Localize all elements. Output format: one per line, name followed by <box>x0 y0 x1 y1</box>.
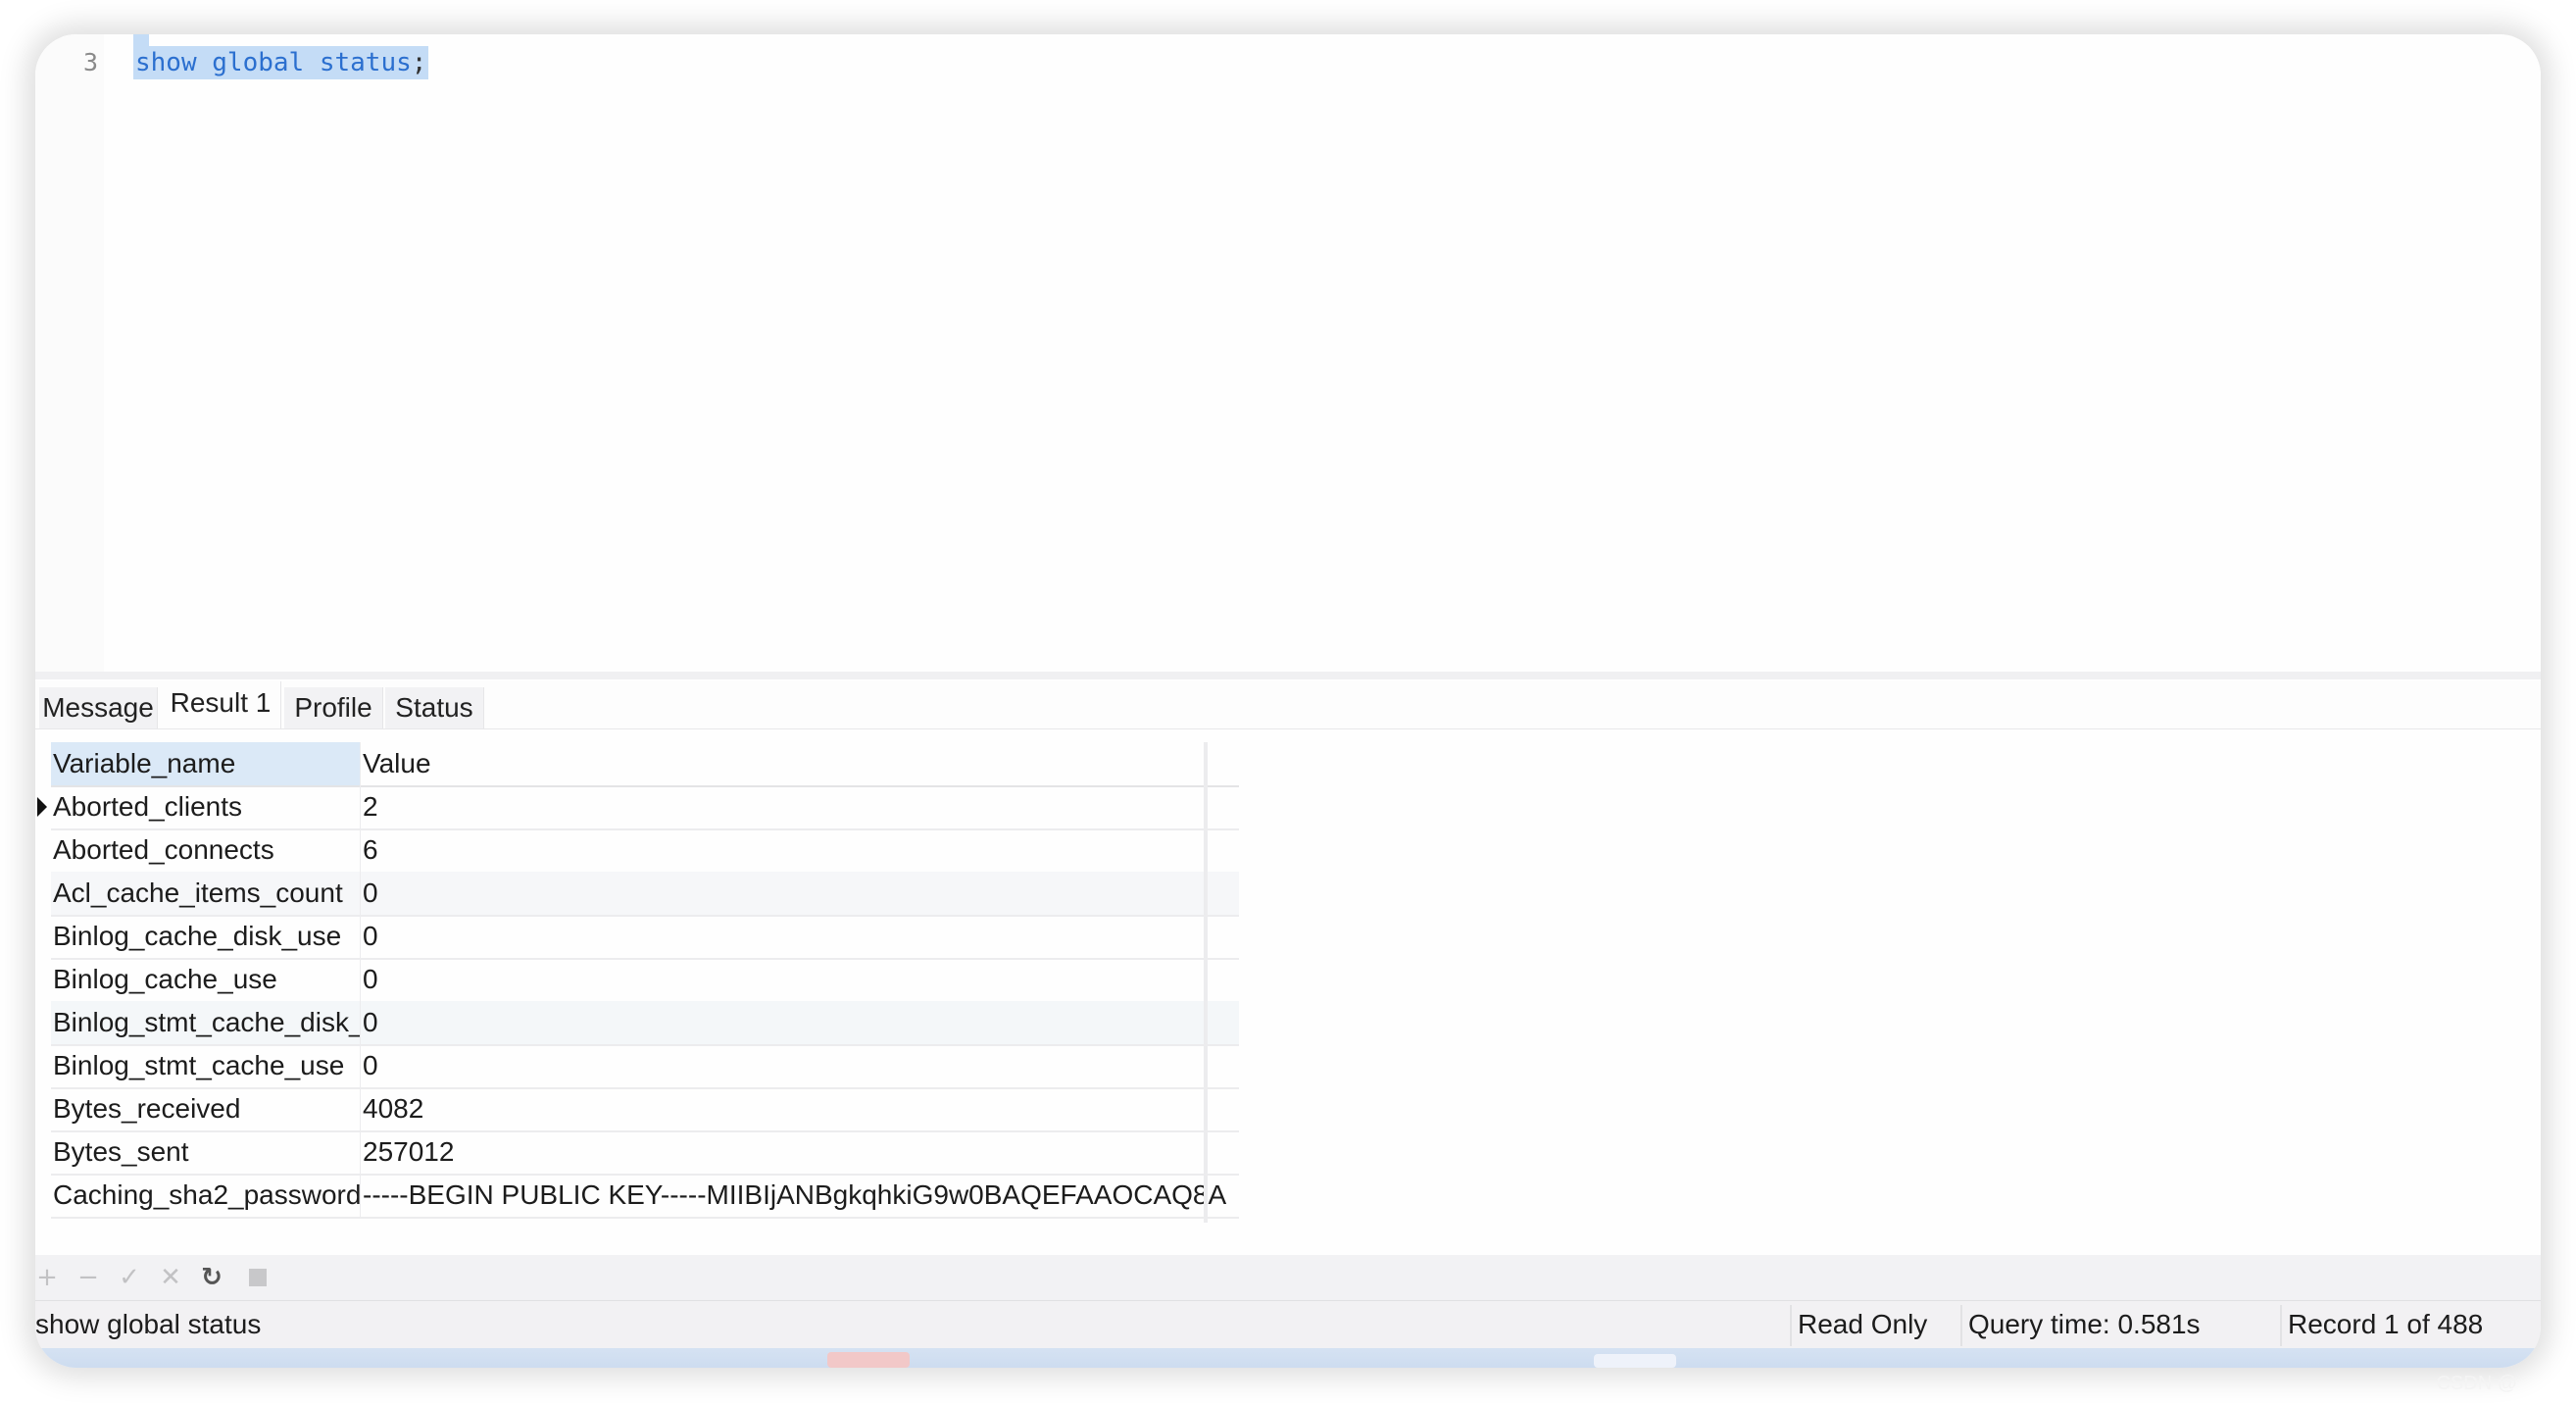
column-header-value[interactable]: Value <box>360 742 1240 785</box>
pane-splitter[interactable] <box>35 672 2541 679</box>
cell-value[interactable]: 0 <box>360 915 1240 958</box>
taskbar-app-icon[interactable] <box>827 1352 910 1368</box>
status-record-count: Record 1 of 488 <box>2288 1309 2484 1339</box>
table-row[interactable]: Caching_sha2_password_rsa_public_key ---… <box>51 1174 1239 1219</box>
grid-header: Variable_name Value <box>51 742 1239 787</box>
status-divider <box>1960 1305 1962 1346</box>
cell-variable-name[interactable]: Bytes_received <box>51 1087 360 1130</box>
check-icon[interactable]: ✓ <box>112 1259 147 1296</box>
table-row[interactable]: Binlog_stmt_cache_disk_use 0 <box>51 1001 1239 1046</box>
taskbar-app-icon[interactable] <box>1594 1354 1676 1368</box>
cell-variable-name[interactable]: Binlog_stmt_cache_use <box>51 1044 360 1087</box>
line-number: 3 <box>82 48 98 76</box>
editor-line[interactable]: 3 show global status; <box>35 34 2541 79</box>
table-row[interactable]: Aborted_clients 2 <box>37 785 1240 830</box>
cell-value[interactable]: 0 <box>360 1001 1240 1044</box>
table-row[interactable]: Binlog_cache_use 0 <box>51 958 1239 1003</box>
refresh-icon[interactable]: ↻ <box>194 1259 229 1296</box>
cell-value[interactable]: 2 <box>360 785 1240 828</box>
sql-code-selected[interactable]: show global status; <box>133 46 429 79</box>
cell-value[interactable]: 0 <box>360 872 1240 915</box>
stop-icon[interactable] <box>249 1269 267 1286</box>
status-bar: show global status Read Only Query time:… <box>35 1301 2541 1348</box>
taskbar-strip <box>35 1348 2541 1368</box>
cell-variable-name[interactable]: Aborted_connects <box>51 828 360 872</box>
cell-variable-name[interactable]: Acl_cache_items_count <box>51 872 360 915</box>
table-row[interactable]: Bytes_received 4082 <box>51 1087 1239 1132</box>
sql-terminator: ; <box>411 48 427 77</box>
cell-value[interactable]: -----BEGIN PUBLIC KEY-----MIIBIjANBgkqhk… <box>360 1174 1240 1217</box>
grid-right-border <box>1204 742 1208 1223</box>
column-header-variable-name[interactable]: Variable_name <box>51 742 360 785</box>
status-query-text: show global status <box>35 1309 262 1339</box>
status-divider <box>1790 1305 1792 1346</box>
watermark: CSDN @ <box>2436 1373 2517 1394</box>
status-query-time: Query time: 0.581s <box>1968 1309 2201 1339</box>
result-tabs: Message Result 1 Profile Status <box>35 681 2541 729</box>
plus-icon[interactable]: + <box>35 1259 65 1296</box>
status-divider <box>2280 1305 2282 1346</box>
sql-editor[interactable]: 3 show global status; <box>35 34 2541 672</box>
cell-variable-name[interactable]: Binlog_stmt_cache_disk_use <box>51 1001 360 1044</box>
grid-toolbar: + − ✓ ✕ ↻ <box>35 1255 2541 1301</box>
minus-icon[interactable]: − <box>71 1259 106 1296</box>
table-row[interactable]: Acl_cache_items_count 0 <box>51 872 1239 917</box>
tab-result-1[interactable]: Result 1 <box>161 681 281 728</box>
navicat-query-window: 3 show global status; Message Result 1 P… <box>35 34 2541 1368</box>
line-number-gutter <box>35 34 104 672</box>
table-row[interactable]: Bytes_sent 257012 <box>51 1130 1239 1176</box>
table-row[interactable]: Aborted_connects 6 <box>51 828 1239 874</box>
cell-value[interactable]: 4082 <box>360 1087 1240 1130</box>
tab-status[interactable]: Status <box>385 687 484 728</box>
cross-icon[interactable]: ✕ <box>153 1259 188 1296</box>
cell-value[interactable]: 0 <box>360 1044 1240 1087</box>
tab-profile[interactable]: Profile <box>284 687 383 728</box>
cell-value[interactable]: 257012 <box>360 1130 1240 1174</box>
tab-message[interactable]: Message <box>39 687 158 728</box>
table-row[interactable]: Binlog_cache_disk_use 0 <box>51 915 1239 960</box>
current-row-indicator-icon <box>37 797 47 817</box>
cell-variable-name[interactable]: Caching_sha2_password_rsa_public_key <box>51 1174 360 1217</box>
cell-variable-name[interactable]: Binlog_cache_disk_use <box>51 915 360 958</box>
cell-value[interactable]: 0 <box>360 958 1240 1001</box>
sql-statement: show global status <box>135 48 412 77</box>
cell-variable-name[interactable]: Aborted_clients <box>51 785 360 828</box>
cell-variable-name[interactable]: Binlog_cache_use <box>51 958 360 1001</box>
cell-variable-name[interactable]: Bytes_sent <box>51 1130 360 1174</box>
table-row[interactable]: Binlog_stmt_cache_use 0 <box>51 1044 1239 1089</box>
status-read-only: Read Only <box>1798 1309 1928 1339</box>
cell-value[interactable]: 6 <box>360 828 1240 872</box>
